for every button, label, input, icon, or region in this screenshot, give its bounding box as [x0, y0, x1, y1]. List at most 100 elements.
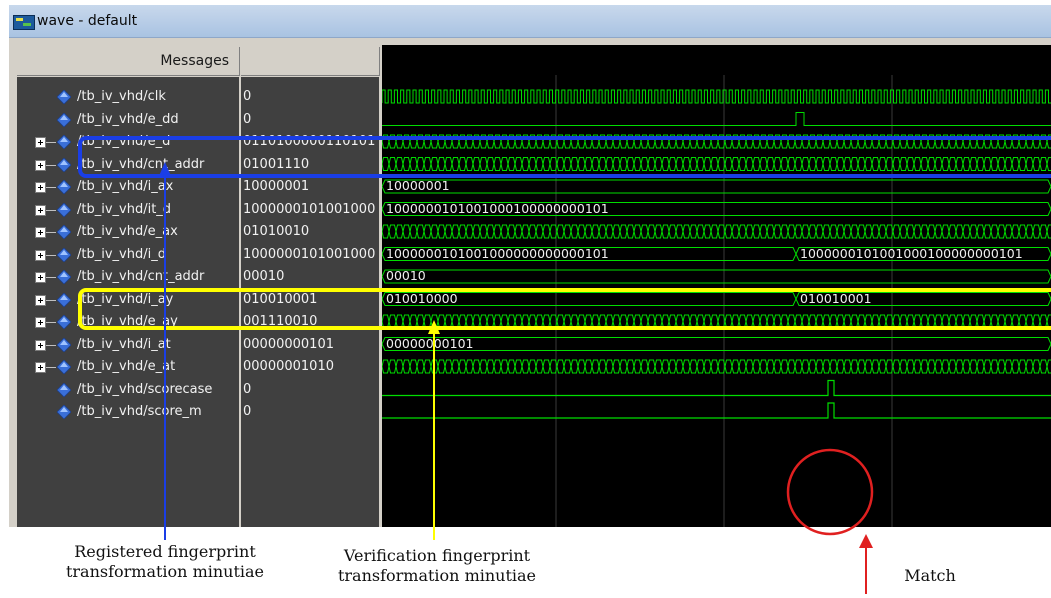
signal-row[interactable]: /tb_iv_vhd/it_d — [17, 199, 239, 221]
signal-name: /tb_iv_vhd/i_at — [77, 336, 171, 352]
signal-value: 0110100000110101 — [243, 134, 376, 149]
signal-name: /tb_iv_vhd/e_ax — [77, 224, 178, 239]
tree-connector — [46, 254, 56, 256]
signal-name: /tb_iv_vhd/e_dd — [77, 111, 179, 127]
signal-diamond-icon — [57, 135, 71, 149]
bus-value-label: 10000001 — [386, 178, 450, 193]
signal-value: 01010010 — [243, 224, 310, 239]
tree-connector — [46, 299, 56, 301]
signal-value-row: 0110100000110101 — [241, 131, 379, 153]
tree-connector — [46, 164, 56, 166]
signal-diamond-icon — [57, 337, 71, 352]
signal-diamond-icon — [57, 202, 71, 217]
signal-value-row: 0 — [241, 86, 379, 108]
verification-caption: Verification fingerprint transformation … — [337, 546, 537, 585]
signal-diamond-icon — [57, 225, 71, 239]
bus-value-label: 010010001 — [800, 290, 872, 306]
signal-value-row: 01001110 — [241, 154, 379, 176]
signal-row[interactable]: /tb_iv_vhd/e_d — [17, 131, 239, 153]
signal-row[interactable]: /tb_iv_vhd/e_dd — [17, 109, 239, 131]
signal-value-row: 0 — [241, 109, 379, 131]
signal-row[interactable]: /tb_iv_vhd/score_m — [17, 401, 239, 423]
expand-icon[interactable] — [35, 249, 46, 261]
signal-value: 010010001 — [243, 291, 318, 307]
signal-name: /tb_iv_vhd/it_d — [77, 201, 172, 217]
signal-name: /tb_iv_vhd/i_ay — [77, 291, 174, 307]
expand-icon[interactable] — [35, 317, 46, 328]
values-column-header[interactable] — [241, 47, 380, 76]
signal-diamond-icon — [57, 315, 71, 329]
signal-values-pane: 0 0 0110100000110101 01001110 10000001 100000… — [241, 77, 379, 527]
signal-value: 0 — [243, 381, 252, 397]
signal-value: 00000000101 — [243, 336, 334, 352]
bus-value-label: 1000000101001000100000000101 — [386, 200, 609, 216]
signal-name: /tb_iv_vhd/cnt_addr — [77, 156, 205, 172]
expand-icon[interactable] — [35, 159, 46, 171]
tree-connector — [46, 277, 56, 278]
waveform-pane[interactable]: 10000001 1000000101001000100000000101 1000… — [382, 45, 1051, 527]
wave-app-icon — [13, 15, 35, 30]
signal-value-row: 00010 — [241, 266, 379, 288]
signal-value-row: 00000000101 — [241, 334, 379, 356]
expand-icon[interactable] — [35, 227, 46, 238]
signal-names-pane: /tb_iv_vhd/clk/tb_iv_vhd/e_dd/tb_iv_vhd/… — [17, 77, 239, 527]
signal-value: 01001110 — [243, 156, 310, 172]
signal-row[interactable]: /tb_iv_vhd/cnt_addr — [17, 154, 239, 176]
expand-icon[interactable] — [35, 294, 46, 306]
registered-caption: Registered fingerprint transformation mi… — [65, 542, 265, 581]
tree-connector — [46, 209, 56, 211]
signal-name: /tb_iv_vhd/clk — [77, 89, 166, 104]
signal-value-row: 0 — [241, 401, 379, 423]
signal-row[interactable]: /tb_iv_vhd/i_ay — [17, 289, 239, 311]
signal-value: 0 — [243, 89, 252, 104]
signal-name: /tb_iv_vhd/e_ay — [77, 314, 178, 329]
signal-diamond-icon — [57, 180, 71, 194]
signal-name: /tb_iv_vhd/i_ax — [77, 179, 174, 194]
signal-value-row: 0 — [241, 379, 379, 401]
signal-value: 0 — [243, 111, 252, 127]
signal-value-row: 010010001 — [241, 289, 379, 311]
expand-icon[interactable] — [35, 362, 46, 373]
expand-icon[interactable] — [35, 272, 46, 283]
signal-value: 10000001 — [243, 179, 310, 194]
tree-connector — [46, 187, 56, 188]
signal-row[interactable]: /tb_iv_vhd/scorecase — [17, 379, 239, 401]
signal-diamond-icon — [57, 247, 71, 262]
tree-connector — [46, 344, 56, 346]
signal-diamond-icon — [57, 270, 71, 284]
signal-diamond-icon — [57, 112, 71, 127]
signal-value: 00010 — [243, 269, 285, 284]
signal-row[interactable]: /tb_iv_vhd/clk — [17, 86, 239, 108]
tree-connector — [46, 232, 56, 233]
expand-icon[interactable] — [35, 339, 46, 351]
signal-name: /tb_iv_vhd/cnt_addr — [77, 269, 205, 284]
signal-diamond-icon — [57, 157, 71, 172]
title-bar: wave - default — [9, 5, 1051, 38]
signal-value-row: 10000001 — [241, 176, 379, 198]
tree-connector — [46, 367, 56, 368]
expand-icon[interactable] — [35, 137, 46, 148]
signal-name: /tb_iv_vhd/scorecase — [77, 381, 213, 397]
signal-value: 001110010 — [243, 314, 318, 329]
signal-name: /tb_iv_vhd/i_d — [77, 246, 166, 262]
expand-icon[interactable] — [35, 204, 46, 216]
signal-name: /tb_iv_vhd/e_d — [77, 134, 171, 149]
messages-column-header[interactable]: Messages — [17, 47, 240, 76]
tree-connector — [46, 322, 56, 323]
signal-value-row: 1000000101001000 — [241, 199, 379, 221]
expand-icon[interactable] — [35, 182, 46, 193]
signal-row[interactable]: /tb_iv_vhd/e_ax — [17, 221, 239, 243]
signal-row[interactable]: /tb_iv_vhd/e_at — [17, 356, 239, 378]
signal-diamond-icon — [57, 292, 71, 307]
signal-row[interactable]: /tb_iv_vhd/cnt_addr — [17, 266, 239, 288]
signal-value: 00000001010 — [243, 359, 334, 374]
signal-row[interactable]: /tb_iv_vhd/i_d — [17, 244, 239, 266]
signal-row[interactable]: /tb_iv_vhd/i_ax — [17, 176, 239, 198]
match-arrowhead — [859, 534, 873, 548]
signal-value: 1000000101001000 — [243, 246, 376, 262]
signal-value: 0 — [243, 404, 252, 419]
signal-row[interactable]: /tb_iv_vhd/i_at — [17, 334, 239, 356]
signal-diamond-icon — [57, 360, 71, 374]
signal-row[interactable]: /tb_iv_vhd/e_ay — [17, 311, 239, 333]
bus-value-label: 1000000101001000000000000101 — [386, 245, 609, 261]
